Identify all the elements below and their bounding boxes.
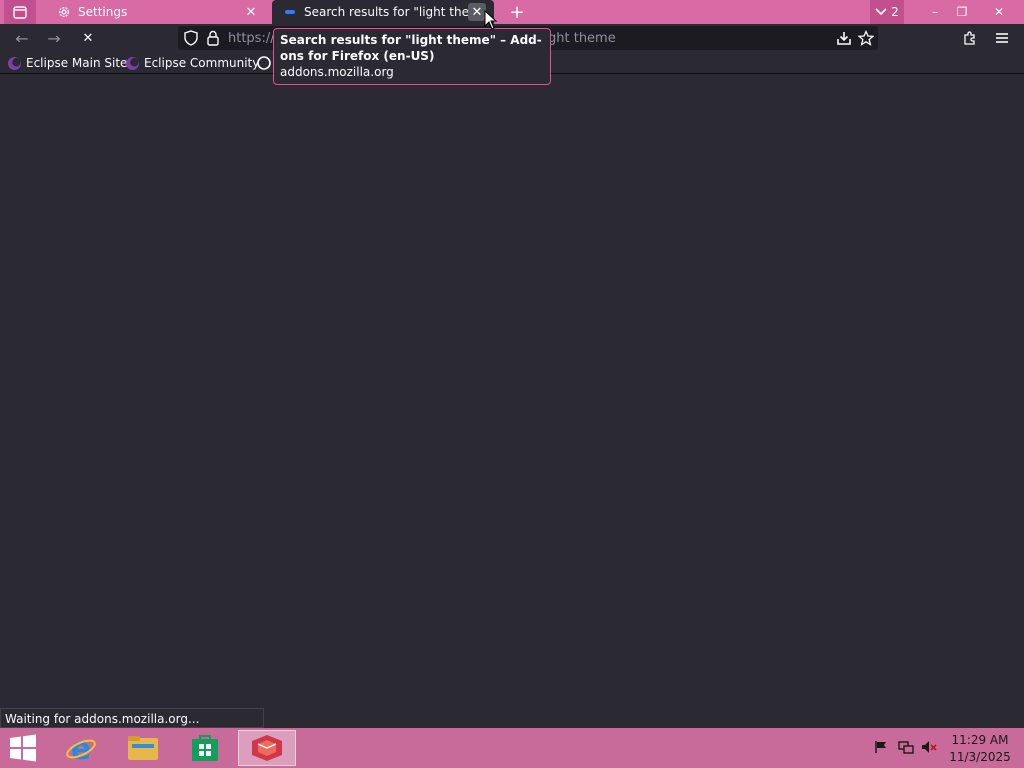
addons-favicon-icon: [282, 4, 298, 20]
bookmark-label: Eclipse Community: [144, 56, 260, 70]
tab-title: Settings: [78, 5, 128, 19]
lock-icon[interactable]: [203, 28, 223, 48]
start-button[interactable]: [8, 734, 42, 764]
page-content[interactable]: [0, 74, 1024, 728]
tab-close-button[interactable]: ✕: [242, 3, 260, 21]
download-icon[interactable]: [834, 28, 854, 48]
clock-date: 11/3/2025: [949, 750, 1011, 764]
tab-strip: Settings ✕ Search results for "light the…: [0, 0, 1024, 24]
tab-settings[interactable]: Settings ✕: [46, 0, 268, 24]
stop-button[interactable]: ✕: [76, 27, 100, 49]
svg-text:e: e: [71, 732, 91, 764]
url-text: https://: [228, 31, 275, 46]
clock-time: 11:29 AM: [951, 733, 1009, 747]
new-tab-button[interactable]: +: [506, 2, 528, 23]
folder-icon: [128, 736, 158, 760]
url-text-tail: ght theme: [548, 31, 616, 46]
close-window-button[interactable]: ✕: [984, 0, 1014, 24]
eclipse-icon: [8, 56, 21, 70]
firefox-view-icon: [13, 6, 27, 19]
restore-button[interactable]: ❐: [947, 0, 977, 24]
tab-title: Search results for "light theme" – Add-o…: [304, 5, 468, 19]
firefox-view-button[interactable]: [4, 0, 36, 24]
windows-logo-icon: [10, 734, 36, 762]
tab-addons-search[interactable]: Search results for "light theme" – Add-o…: [272, 0, 494, 24]
bookmark-eclipse-community[interactable]: Eclipse Community: [126, 55, 259, 71]
tooltip-title: Search results for "light theme" – Add-o…: [280, 33, 542, 63]
tooltip-url: addons.mozilla.org: [280, 65, 394, 79]
bookmark-star-icon[interactable]: [856, 28, 876, 48]
taskbar-internet-explorer[interactable]: e: [52, 730, 110, 766]
taskbar-firefox[interactable]: [238, 730, 296, 766]
back-button[interactable]: ←: [10, 27, 34, 49]
gear-icon: [56, 4, 72, 20]
extensions-icon[interactable]: [960, 28, 980, 48]
status-panel: Waiting for addons.mozilla.org...: [0, 708, 264, 728]
internet-explorer-icon: e: [66, 732, 96, 764]
tab-tooltip: Search results for "light theme" – Add-o…: [273, 28, 551, 85]
mouse-cursor-icon: [484, 10, 498, 30]
store-icon: [192, 735, 218, 761]
network-icon[interactable]: [897, 738, 915, 756]
system-clock[interactable]: 11:29 AM 11/3/2025: [944, 732, 1016, 766]
minimize-button[interactable]: –: [920, 0, 950, 24]
eclipse-icon: [126, 56, 139, 70]
action-center-flag-icon[interactable]: [872, 738, 890, 756]
bookmark-github[interactable]: [257, 55, 271, 71]
github-icon: [257, 56, 271, 70]
volume-muted-icon[interactable]: [920, 738, 938, 756]
firefox-dev-icon: [252, 735, 282, 761]
bookmark-label: Eclipse Main Site: [26, 56, 128, 70]
tab-count: 2: [891, 5, 899, 19]
tracking-shield-icon[interactable]: [181, 28, 201, 48]
taskbar-store[interactable]: [176, 730, 234, 766]
forward-button[interactable]: →: [42, 27, 66, 49]
bookmark-eclipse-main-site[interactable]: Eclipse Main Site: [8, 55, 127, 71]
list-all-tabs-button[interactable]: 2: [870, 0, 904, 24]
taskbar: e 11:29 AM 11/3/2025: [0, 728, 1024, 768]
chevron-down-icon: [875, 8, 887, 16]
taskbar-file-explorer[interactable]: [114, 730, 172, 766]
menu-hamburger-icon[interactable]: [992, 28, 1012, 48]
